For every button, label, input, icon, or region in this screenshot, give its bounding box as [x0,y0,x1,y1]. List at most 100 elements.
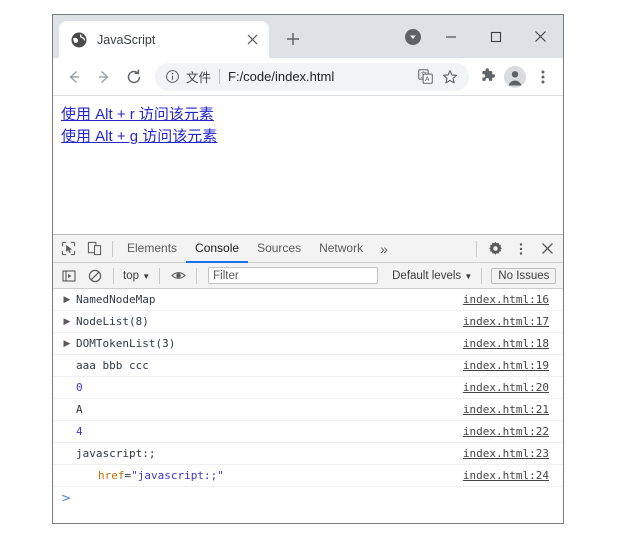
console-source-link[interactable]: index.html:17 [463,315,563,328]
divider [476,241,477,257]
info-circle-icon[interactable] [165,69,181,85]
three-dots-vertical-icon[interactable] [529,63,557,91]
console-message-text: NodeList(8) [73,315,463,328]
expand-triangle-icon[interactable]: ▶ [61,333,73,355]
expand-triangle-icon: . [61,421,73,443]
page-link-alt-r[interactable]: 使用 Alt + r 访问该元素 [61,104,214,126]
expand-triangle-icon[interactable]: ▶ [61,311,73,333]
chevron-down-icon: ▼ [464,272,472,281]
url-text[interactable]: F:/code/index.html [228,69,411,84]
console-message-text: 4 [73,425,463,438]
browser-tab[interactable]: JavaScript [59,21,269,58]
issues-button[interactable]: No Issues [491,268,556,284]
avatar-icon[interactable] [501,63,529,91]
divider [159,268,160,284]
attribute-value: "javascript:;" [131,469,224,482]
device-toolbar-icon[interactable] [81,236,107,262]
tabs-overflow-icon[interactable]: » [372,236,396,262]
filter-input[interactable]: Filter [208,267,378,284]
console-source-link[interactable]: index.html:20 [463,381,563,394]
omnibox-divider [219,69,220,84]
expand-triangle-icon: . [61,377,73,399]
browser-window: JavaScript [52,14,564,524]
clear-console-icon[interactable] [82,263,108,289]
tab-search-icon[interactable] [398,15,428,58]
forward-arrow-icon[interactable] [89,62,119,92]
console-source-link[interactable]: index.html:21 [463,403,563,416]
console-message-row[interactable]: ▶ NodeList(8) index.html:17 [53,311,563,333]
console-message-row[interactable]: ▶ DOMTokenList(3) index.html:18 [53,333,563,355]
console-messages[interactable]: ▶ NamedNodeMap index.html:16 ▶ NodeList(… [53,289,563,523]
console-message-row[interactable]: . 4 index.html:22 [53,421,563,443]
console-message-row[interactable]: . 0 index.html:20 [53,377,563,399]
console-source-link[interactable]: index.html:19 [463,359,563,372]
console-filter-bar: top ▼ Filter Default levels ▼ No Issues [53,263,563,289]
tab-network[interactable]: Network [310,235,372,262]
reload-icon[interactable] [119,62,149,92]
console-source-link[interactable]: index.html:23 [463,447,563,460]
console-message-text: javascript:; [73,447,463,460]
console-message-row[interactable]: . A index.html:21 [53,399,563,421]
minimize-icon[interactable] [428,15,473,58]
live-expression-eye-icon[interactable] [165,263,191,289]
divider [113,268,114,284]
browser-toolbar: 文件 F:/code/index.html 文 A [53,58,563,96]
expand-triangle-icon: . [61,465,73,487]
svg-text:A: A [425,75,430,83]
expand-triangle-icon: . [61,399,73,421]
back-arrow-icon[interactable] [59,62,89,92]
console-message-text: href="javascript:;" [73,469,463,482]
devtools-tabbar-actions [471,236,563,262]
console-message-text: NamedNodeMap [73,293,463,306]
star-icon[interactable] [439,66,461,88]
execution-context-selector[interactable]: top ▼ [119,270,154,282]
gear-icon[interactable] [482,236,508,262]
attribute-name: href [98,469,125,482]
divider [481,268,482,284]
page-link-alt-g[interactable]: 使用 Alt + g 访问该元素 [61,126,217,148]
close-icon[interactable] [243,31,261,49]
console-source-link[interactable]: index.html:22 [463,425,563,438]
inspect-element-icon[interactable] [55,236,81,262]
expand-triangle-icon: . [61,355,73,377]
tab-title: JavaScript [97,33,243,47]
console-source-link[interactable]: index.html:24 [463,469,563,482]
three-dots-vertical-icon[interactable] [508,236,534,262]
prompt-caret-icon: > [61,491,71,505]
console-source-link[interactable]: index.html:16 [463,293,563,306]
translate-icon[interactable]: 文 A [414,66,436,88]
tab-strip: JavaScript [53,15,563,58]
expand-triangle-icon: . [61,443,73,465]
console-source-link[interactable]: index.html:18 [463,337,563,350]
maximize-icon[interactable] [473,15,518,58]
expand-triangle-icon[interactable]: ▶ [61,289,73,311]
globe-icon [71,32,87,48]
puzzle-icon[interactable] [473,63,501,91]
window-controls [398,15,563,58]
page-viewport: 使用 Alt + r 访问该元素 使用 Alt + g 访问该元素 [53,96,563,235]
log-levels-selector[interactable]: Default levels ▼ [388,270,476,282]
console-message-text: DOMTokenList(3) [73,337,463,350]
log-levels-label: Default levels [392,270,461,282]
console-prompt[interactable]: > [53,487,563,509]
address-bar[interactable]: 文件 F:/code/index.html 文 A [155,63,469,91]
console-message-row[interactable]: ▶ NamedNodeMap index.html:16 [53,289,563,311]
console-sidebar-icon[interactable] [56,263,82,289]
divider [196,268,197,284]
devtools-panel: Elements Console Sources Network » [53,235,563,523]
tab-console[interactable]: Console [186,235,248,263]
console-message-row[interactable]: . href="javascript:;" index.html:24 [53,465,563,487]
devtools-tabbar: Elements Console Sources Network » [53,235,563,263]
console-message-text: 0 [73,381,463,394]
tab-sources[interactable]: Sources [248,235,310,262]
new-tab-button[interactable] [279,25,307,53]
console-message-row[interactable]: . javascript:; index.html:23 [53,443,563,465]
divider [112,241,113,257]
console-message-text: A [73,403,463,416]
console-message-row[interactable]: . aaa bbb ccc index.html:19 [53,355,563,377]
execution-context-label: top [123,270,139,282]
console-message-text: aaa bbb ccc [73,359,463,372]
close-icon[interactable] [534,236,560,262]
close-icon[interactable] [518,15,563,58]
tab-elements[interactable]: Elements [118,235,186,262]
